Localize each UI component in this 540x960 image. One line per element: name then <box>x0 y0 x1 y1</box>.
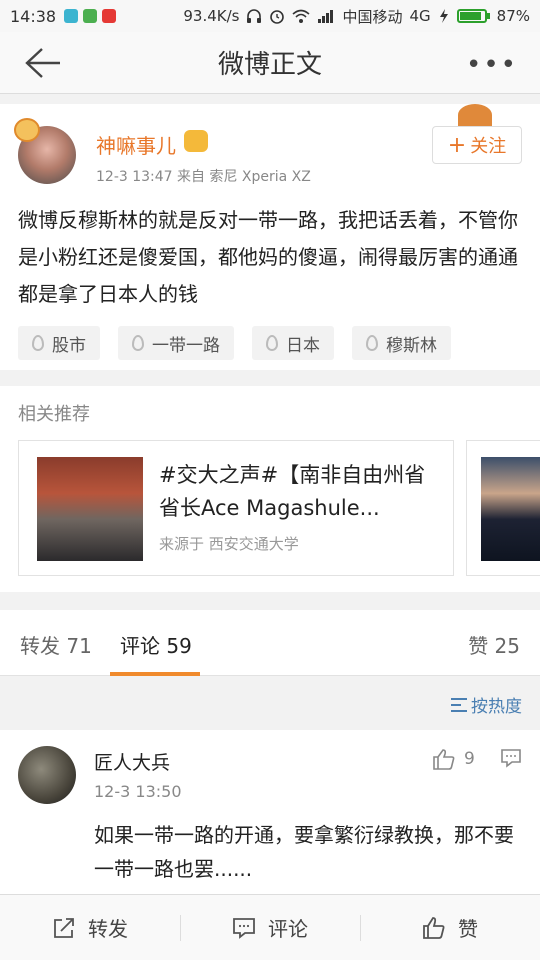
related-thumbnail <box>481 457 540 561</box>
thumbs-up-icon <box>423 916 445 939</box>
related-section: 相关推荐 #交大之声#【南非自由州省省长Ace Magashule... 来源于… <box>0 386 540 592</box>
follow-label: 关注 <box>470 136 507 157</box>
battery-percent: 87% <box>496 7 530 25</box>
page-title: 微博正文 <box>217 50 322 80</box>
post-username[interactable]: 神嘛事儿 <box>96 130 176 159</box>
topic-tags: 股市 一带一路 日本 穆斯林 <box>18 326 451 360</box>
battery-level-fill <box>459 12 481 20</box>
related-title: #交大之声#【南非自由州省省长Ace Magashule... <box>159 463 426 520</box>
avatar-badge-icon <box>14 118 40 142</box>
comment-like-count: 9 <box>464 749 475 769</box>
status-bar: 14:38 93.4K/s 中国移动 4G 87% <box>0 0 540 32</box>
like-button[interactable]: 赞 <box>360 895 540 960</box>
post-card: 神嘛事儿 12-3 13:47 来自 索尼 Xperia XZ + 关注 微博反… <box>0 104 540 370</box>
headphones-icon <box>247 9 262 23</box>
network-type: 4G <box>409 7 431 25</box>
comment-icon <box>233 917 255 939</box>
hot-topic-icon <box>366 335 378 351</box>
repost-button[interactable]: 转发 <box>0 895 180 960</box>
thumbs-up-icon <box>433 749 455 770</box>
pet-mascot-icon <box>458 104 492 126</box>
charging-bolt-icon <box>439 9 448 23</box>
sort-label: 按热度 <box>471 697 522 717</box>
status-time: 14:38 <box>10 6 57 26</box>
like-label: 赞 <box>458 917 478 941</box>
sort-icon <box>451 697 467 712</box>
tab-comment[interactable]: 评论 59 <box>120 630 192 659</box>
topic-tag-label: 一带一路 <box>152 335 220 356</box>
comment-text: 如果一带一路的开通，要拿繁衍绿教换，那不要一带一路也罢...... <box>94 823 514 881</box>
notification-app-icon <box>102 9 117 23</box>
post-meta: 12-3 13:47 来自 索尼 Xperia XZ <box>96 169 311 185</box>
topic-tag-label: 日本 <box>286 335 320 356</box>
topic-tag[interactable]: 一带一路 <box>118 326 234 360</box>
hot-topic-icon <box>132 335 144 351</box>
interaction-tabs: 转发 71 评论 59 赞 25 <box>0 610 540 676</box>
comment-item: 匠人大兵 12-3 13:50 9 如果一带一路的开通，要拿繁衍绿教换，那不要一… <box>0 730 540 894</box>
tab-repost[interactable]: 转发 71 <box>20 630 92 659</box>
topic-tag[interactable]: 日本 <box>252 326 334 360</box>
follow-button[interactable]: + 关注 <box>432 126 522 164</box>
notification-app-icon <box>83 9 98 23</box>
post-content: 微博反穆斯林的就是反对一带一路，我把话丢着，不管你是小粉红还是傻爱国，都他妈的傻… <box>18 208 518 306</box>
comment-like-button[interactable]: 9 <box>432 748 475 770</box>
related-card[interactable]: #交大之声#【南非自由州省省长Ace Magashule... 来源于 西安交通… <box>18 440 454 576</box>
comment-button[interactable]: 评论 <box>180 895 360 960</box>
related-card[interactable] <box>466 440 540 576</box>
more-dots-icon[interactable]: ••• <box>466 50 518 80</box>
sort-by-hot-button[interactable]: 按热度 <box>451 692 522 717</box>
reply-comment-icon[interactable] <box>500 748 522 768</box>
network-speed: 93.4K/s <box>183 7 240 25</box>
plus-icon: + <box>447 132 467 158</box>
share-icon <box>54 917 74 938</box>
comment-author[interactable]: 匠人大兵 <box>94 748 170 775</box>
notification-app-icon <box>64 9 79 23</box>
back-arrow-icon[interactable] <box>22 46 62 80</box>
repost-label: 转发 <box>88 917 128 941</box>
related-heading: 相关推荐 <box>18 404 90 425</box>
nav-bar: 微博正文 ••• <box>0 32 540 94</box>
signal-icon <box>318 10 334 23</box>
topic-tag-label: 股市 <box>52 335 86 356</box>
comment-time: 12-3 13:50 <box>94 782 182 801</box>
vip-crown-icon <box>184 130 208 152</box>
wifi-icon <box>292 9 310 23</box>
topic-tag[interactable]: 穆斯林 <box>352 326 451 360</box>
related-thumbnail <box>37 457 143 561</box>
sort-row: 按热度 <box>0 676 540 730</box>
alarm-icon <box>270 10 285 24</box>
battery-icon <box>456 9 490 23</box>
hot-topic-icon <box>32 335 44 351</box>
tab-like[interactable]: 赞 25 <box>468 630 520 659</box>
avatar[interactable] <box>18 746 76 804</box>
related-source: 来源于 西安交通大学 <box>159 535 299 553</box>
topic-tag-label: 穆斯林 <box>386 335 437 356</box>
bottom-action-bar: 转发 评论 赞 <box>0 894 540 960</box>
comment-label: 评论 <box>268 917 308 941</box>
hot-topic-icon <box>266 335 278 351</box>
topic-tag[interactable]: 股市 <box>18 326 100 360</box>
carrier: 中国移动 <box>342 7 403 26</box>
